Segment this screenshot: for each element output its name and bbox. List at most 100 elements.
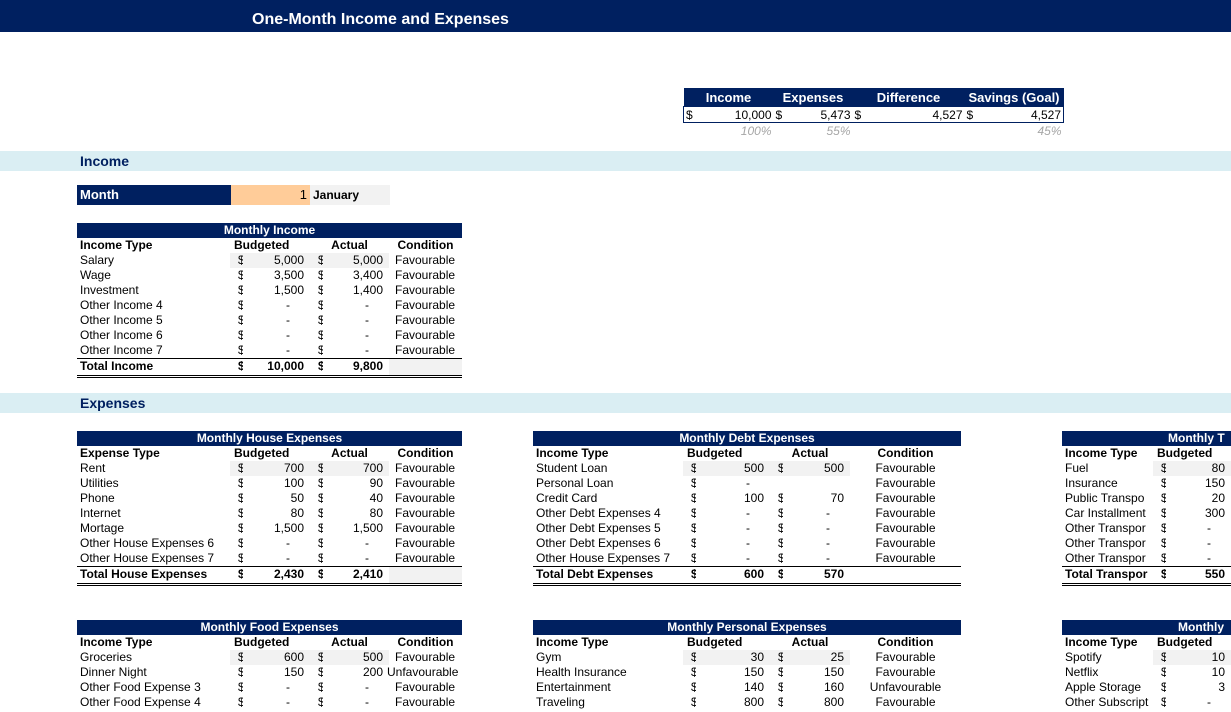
actual-value[interactable]: 70 [783,491,850,506]
actual-value[interactable]: 500 [323,650,389,665]
budgeted-value[interactable]: 550 [1166,567,1231,583]
actual-value[interactable]: 800 [783,695,850,710]
month-number-input[interactable]: 1 [231,185,310,205]
summary-income-value[interactable]: $10,000 [683,106,774,123]
budgeted-value[interactable]: 80 [1166,461,1231,476]
budgeted-value[interactable]: 10 [1166,665,1231,680]
actual-value[interactable]: - [323,551,389,566]
actual-value[interactable]: - [323,343,389,358]
budgeted-value[interactable]: - [1166,551,1231,566]
actual-value[interactable]: 1,500 [323,521,389,536]
budgeted-value[interactable]: - [243,298,310,313]
table-header-row: Income Type Budgeted [1062,635,1231,650]
budgeted-value[interactable]: 300 [1166,506,1231,521]
actual-value[interactable]: - [783,536,850,551]
budgeted-value[interactable]: - [243,551,310,566]
actual-value[interactable]: 40 [323,491,389,506]
actual-value[interactable]: - [323,536,389,551]
budgeted-value[interactable]: 800 [696,695,770,710]
actual-value[interactable]: - [783,521,850,536]
page-title: One-Month Income and Expenses [252,11,509,28]
condition-value: Favourable [875,551,936,565]
budgeted-value[interactable]: 20 [1166,491,1231,506]
budgeted-value[interactable]: - [696,476,770,491]
actual-value[interactable]: - [783,551,850,566]
header-type: Income Type [536,446,609,460]
budgeted-value[interactable]: 50 [243,491,310,506]
currency-sign [770,476,783,491]
actual-value[interactable]: - [323,328,389,343]
actual-value[interactable]: - [783,506,850,521]
row-label: Personal Loan [536,476,614,490]
budgeted-value[interactable]: 3 [1166,680,1231,695]
budgeted-value[interactable]: - [696,536,770,551]
actual-value[interactable]: 570 [783,567,850,583]
budgeted-value[interactable]: 150 [696,665,770,680]
budgeted-value[interactable]: 700 [243,461,310,476]
budgeted-value[interactable]: 500 [696,461,770,476]
currency-sign: $ [310,650,323,665]
currency-sign: $ [778,695,783,709]
budgeted-value[interactable]: 100 [696,491,770,506]
table-row: Other Debt Expenses 6 $ - $ - Favourable [533,536,961,551]
summary-expenses-value[interactable]: $5,473 [773,106,853,123]
actual-value[interactable]: 700 [323,461,389,476]
actual-value[interactable]: 90 [323,476,389,491]
actual-value[interactable]: 3,400 [323,268,389,283]
budgeted-value[interactable]: - [243,695,310,710]
actual-value[interactable]: 500 [783,461,850,476]
actual-value[interactable]: 1,400 [323,283,389,298]
budgeted-value[interactable]: 150 [1166,476,1231,491]
actual-value[interactable]: 160 [783,680,850,695]
header-actual: Actual [331,635,368,649]
header-condition: Condition [877,635,934,649]
currency-sign: $ [238,536,243,550]
budgeted-value[interactable]: 600 [696,567,770,583]
budgeted-value[interactable]: 2,430 [243,567,310,583]
currency-sign: $ [318,283,323,297]
budgeted-value[interactable]: 80 [243,506,310,521]
actual-value[interactable]: - [323,695,389,710]
budgeted-value[interactable]: - [696,506,770,521]
budgeted-value[interactable]: 600 [243,650,310,665]
budgeted-value[interactable]: - [1166,695,1231,710]
budgeted-value[interactable]: 1,500 [243,283,310,298]
budgeted-value[interactable]: - [696,521,770,536]
budgeted-value[interactable]: - [696,551,770,566]
value: 10,000 [734,107,772,122]
actual-value[interactable]: 150 [783,665,850,680]
budgeted-value[interactable]: 30 [696,650,770,665]
budgeted-value[interactable]: 150 [243,665,310,680]
budgeted-value[interactable]: 10 [1166,650,1231,665]
currency-sign: $ [1153,461,1166,476]
actual-value[interactable]: 200 [323,665,389,680]
budgeted-value[interactable]: - [243,343,310,358]
budgeted-value[interactable]: 140 [696,680,770,695]
table-row: Other Transpor $ - [1062,551,1231,566]
summary-savings-value[interactable]: $4,527 [964,106,1064,123]
actual-value[interactable] [783,476,850,491]
table-row: Insurance $150 [1062,476,1231,491]
budgeted-value[interactable]: 1,500 [243,521,310,536]
budgeted-value[interactable]: - [243,680,310,695]
budgeted-value[interactable]: - [243,313,310,328]
budgeted-value[interactable]: 10,000 [243,359,310,375]
actual-value[interactable]: 25 [783,650,850,665]
actual-value[interactable]: 5,000 [323,253,389,268]
summary-difference-value[interactable]: $4,527 [852,106,965,123]
budgeted-value[interactable]: 3,500 [243,268,310,283]
budgeted-value[interactable]: - [1166,536,1231,551]
budgeted-value[interactable]: - [1166,521,1231,536]
actual-value[interactable]: - [323,298,389,313]
budgeted-value[interactable]: - [243,536,310,551]
condition-value: Favourable [875,695,936,709]
actual-value[interactable]: - [323,313,389,328]
total-label: Total House Expenses [80,567,208,581]
actual-value[interactable]: - [323,680,389,695]
budgeted-value[interactable]: - [243,328,310,343]
budgeted-value[interactable]: 5,000 [243,253,310,268]
actual-value[interactable]: 80 [323,506,389,521]
budgeted-value[interactable]: 100 [243,476,310,491]
actual-value[interactable]: 2,410 [323,567,389,583]
actual-value[interactable]: 9,800 [323,359,389,375]
